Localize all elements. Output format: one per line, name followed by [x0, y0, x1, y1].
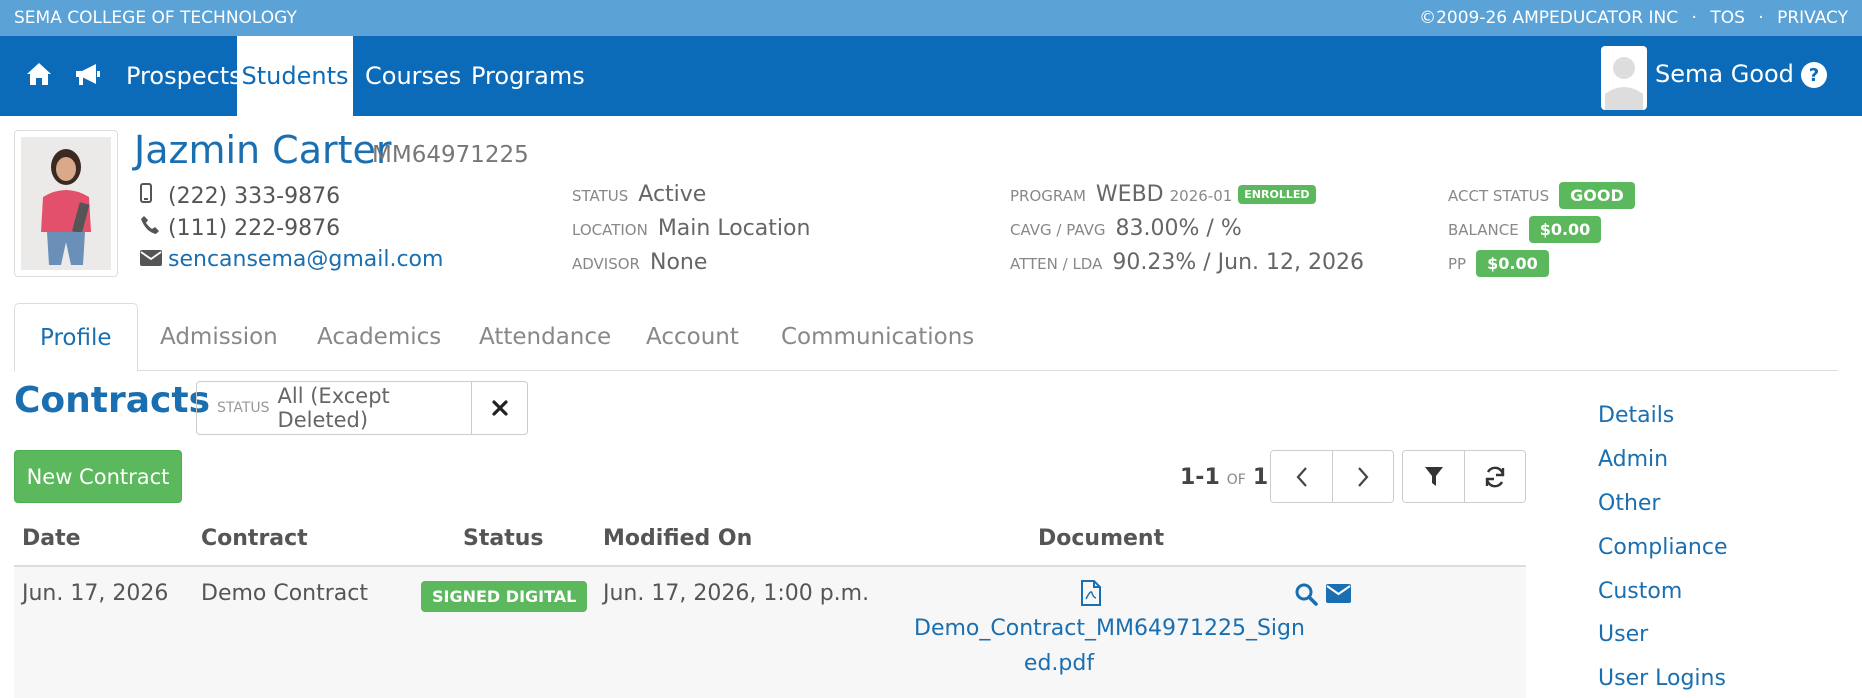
home-icon[interactable] [25, 60, 53, 92]
copyright-text: ©2009-26 AMPEDUCATOR INC [1419, 8, 1679, 28]
status-filter[interactable]: STATUS All (Except Deleted) [196, 381, 528, 435]
document-link[interactable]: Demo_Contract_MM64971225_Sign ed.pdf [914, 611, 1305, 681]
email-icon[interactable] [1326, 584, 1351, 609]
pdf-icon[interactable] [1080, 580, 1102, 612]
row-modified: Jun. 17, 2026, 1:00 p.m. [603, 581, 870, 606]
new-contract-button[interactable]: New Contract [14, 450, 182, 503]
col-status[interactable]: Status [463, 526, 543, 551]
top-info-bar: SEMA COLLEGE OF TECHNOLOGY ©2009-26 AMPE… [0, 0, 1862, 36]
clear-filter-button[interactable] [471, 382, 527, 434]
status-field: STATUS Active [572, 182, 707, 207]
top-links: ©2009-26 AMPEDUCATOR INC · TOS · PRIVACY [1419, 8, 1848, 28]
side-link-compliance[interactable]: Compliance [1598, 535, 1728, 560]
pp-badge: $0.00 [1476, 250, 1549, 277]
balance-field: BALANCE $0.00 [1448, 216, 1602, 243]
filter-button[interactable] [1403, 451, 1464, 502]
side-link-user[interactable]: User [1598, 622, 1648, 647]
program-field: PROGRAM WEBD 2026-01 ENROLLED [1010, 182, 1316, 207]
close-icon [491, 400, 508, 416]
school-name: SEMA COLLEGE OF TECHNOLOGY [14, 8, 297, 28]
refresh-icon [1485, 466, 1505, 487]
contact-phone: (111) 222-9876 [140, 215, 340, 241]
advisor-field: ADVISOR None [572, 250, 708, 275]
tool-buttons [1402, 450, 1526, 503]
tab-communications[interactable]: Communications [756, 303, 999, 371]
next-page-button[interactable] [1332, 451, 1393, 502]
chevron-left-icon [1296, 466, 1307, 487]
user-avatar[interactable] [1601, 46, 1647, 110]
contracts-table-header: Date Contract Status Modified On Documen… [14, 522, 1526, 567]
email-link[interactable]: sencansema@gmail.com [168, 247, 443, 272]
contact-mobile: (222) 333-9876 [140, 183, 340, 209]
cavg-field: CAVG / PAVG 83.00% / % [1010, 216, 1242, 241]
status-filter-select[interactable]: STATUS All (Except Deleted) [197, 382, 471, 434]
phone-icon [140, 215, 168, 241]
enrolled-badge: ENROLLED [1238, 185, 1316, 204]
col-modified[interactable]: Modified On [603, 526, 752, 551]
side-link-user-logins[interactable]: User Logins [1598, 666, 1726, 691]
contact-email: sencansema@gmail.com [140, 247, 443, 272]
tab-admission[interactable]: Admission [135, 303, 303, 371]
nav-courses[interactable]: Courses [352, 36, 474, 116]
student-id: MM64971225 [372, 142, 529, 168]
pager-count: 1-1 OF 1 [1180, 465, 1269, 490]
acct-status-field: ACCT STATUS GOOD [1448, 182, 1635, 209]
mobile-icon [140, 183, 168, 209]
student-name: Jazmin Carter [134, 128, 392, 172]
tab-account[interactable]: Account [621, 303, 764, 371]
student-tabs: Profile Admission Academics Attendance A… [14, 303, 1838, 372]
prev-page-button[interactable] [1271, 451, 1332, 502]
col-document[interactable]: Document [1038, 526, 1164, 551]
pp-field: PP $0.00 [1448, 250, 1549, 277]
student-photo [14, 130, 118, 277]
contracts-title: Contracts [14, 380, 211, 421]
side-link-details[interactable]: Details [1598, 403, 1674, 428]
tab-academics[interactable]: Academics [292, 303, 466, 371]
balance-badge: $0.00 [1528, 216, 1602, 243]
main-navbar: Prospects Students Courses Programs Sema… [0, 36, 1862, 116]
col-date[interactable]: Date [22, 526, 81, 551]
acct-status-badge: GOOD [1559, 182, 1635, 209]
attendance-field: ATTEN / LDA 90.23% / Jun. 12, 2026 [1010, 250, 1364, 275]
side-link-custom[interactable]: Custom [1598, 579, 1682, 604]
location-field: LOCATION Main Location [572, 216, 811, 241]
row-date: Jun. 17, 2026 [22, 581, 169, 606]
col-contract[interactable]: Contract [201, 526, 308, 551]
nav-students[interactable]: Students [237, 36, 353, 116]
row-contract: Demo Contract [201, 581, 368, 606]
search-icon[interactable] [1294, 582, 1318, 612]
pager-buttons [1270, 450, 1394, 503]
tab-profile[interactable]: Profile [14, 303, 138, 372]
table-row: Jun. 17, 2026 Demo Contract SIGNED DIGIT… [14, 567, 1526, 698]
envelope-icon [140, 247, 168, 272]
chevron-right-icon [1358, 466, 1369, 487]
user-name[interactable]: Sema Good [1655, 60, 1794, 88]
tab-attendance[interactable]: Attendance [454, 303, 636, 371]
signed-badge: SIGNED DIGITAL [421, 581, 588, 612]
megaphone-icon[interactable] [74, 62, 102, 92]
tos-link[interactable]: TOS [1710, 8, 1745, 28]
refresh-button[interactable] [1464, 451, 1525, 502]
privacy-link[interactable]: PRIVACY [1777, 8, 1848, 28]
help-icon[interactable]: ? [1801, 62, 1827, 88]
side-link-other[interactable]: Other [1598, 491, 1660, 516]
row-status: SIGNED DIGITAL [421, 581, 588, 612]
filter-icon [1424, 466, 1443, 486]
side-link-admin[interactable]: Admin [1598, 447, 1668, 472]
nav-prospects[interactable]: Prospects [113, 36, 255, 116]
nav-programs[interactable]: Programs [458, 36, 598, 116]
